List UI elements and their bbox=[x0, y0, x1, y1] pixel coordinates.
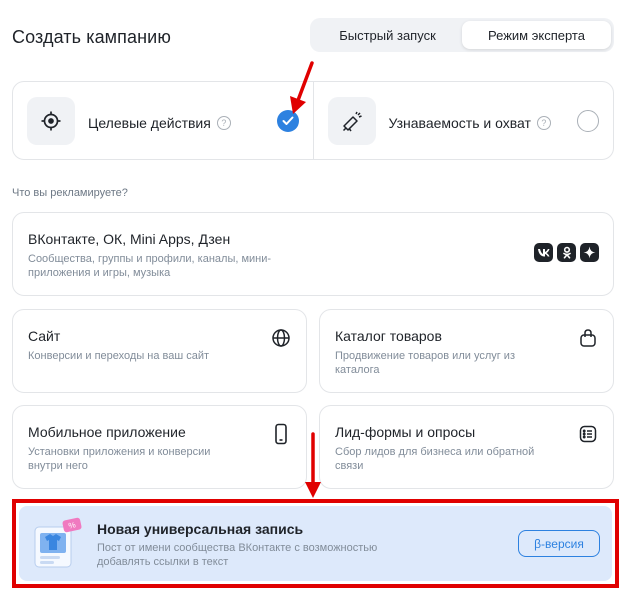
ad-object-lead-forms[interactable]: Лид-формы и опросы Сбор лидов для бизнес… bbox=[319, 405, 614, 489]
annotation-highlight-frame bbox=[12, 499, 619, 588]
goal-label: Узнаваемость и охват bbox=[388, 115, 531, 131]
page-title: Создать кампанию bbox=[12, 27, 171, 47]
card-title: Мобильное приложение bbox=[28, 424, 186, 440]
smartphone-icon bbox=[270, 423, 292, 445]
vk-icon bbox=[534, 243, 553, 262]
ad-object-site[interactable]: Сайт Конверсии и переходы на ваш сайт bbox=[12, 309, 307, 393]
tab-expert-mode[interactable]: Режим эксперта bbox=[462, 21, 611, 49]
goal-awareness-reach[interactable]: Узнаваемость и охват ? bbox=[312, 82, 614, 159]
mode-switch: Быстрый запуск Режим эксперта bbox=[310, 18, 614, 52]
card-title: Сайт bbox=[28, 328, 61, 344]
card-description: Продвижение товаров или услуг из каталог… bbox=[335, 350, 515, 376]
ad-object-vk[interactable]: ВКонтакте, ОК, Mini Apps, Дзен Сообществ… bbox=[12, 212, 614, 296]
card-title: Каталог товаров bbox=[335, 328, 442, 344]
ok-icon bbox=[557, 243, 576, 262]
goal-target-actions[interactable]: Целевые действия ? bbox=[13, 82, 313, 159]
help-icon[interactable]: ? bbox=[536, 116, 551, 130]
target-icon bbox=[27, 97, 75, 145]
card-title: ВКонтакте, ОК, Mini Apps, Дзен bbox=[28, 231, 231, 247]
list-form-icon bbox=[577, 423, 599, 445]
section-label: Что вы рекламируете? bbox=[12, 187, 128, 199]
card-description: Конверсии и переходы на ваш сайт bbox=[28, 350, 210, 362]
card-description: Установки приложения и конверсии внутри … bbox=[28, 446, 211, 472]
megaphone-icon bbox=[327, 97, 376, 145]
ad-object-catalog[interactable]: Каталог товаров Продвижение товаров или … bbox=[319, 309, 614, 393]
globe-icon bbox=[270, 327, 292, 349]
ad-object-mobile-app[interactable]: Мобильное приложение Установки приложени… bbox=[12, 405, 307, 489]
shopping-bag-icon bbox=[577, 327, 599, 349]
goal-label: Целевые действия bbox=[88, 115, 211, 131]
tab-quick-launch[interactable]: Быстрый запуск bbox=[313, 21, 462, 49]
card-title: Лид-формы и опросы bbox=[335, 424, 476, 440]
annotation-arrow-icon bbox=[305, 432, 321, 498]
card-description: Сообщества, группы и профили, каналы, ми… bbox=[28, 253, 272, 279]
goal-radio-unchecked[interactable] bbox=[577, 110, 599, 132]
annotation-arrow-icon bbox=[290, 61, 314, 114]
card-description: Сбор лидов для бизнеса или обратной связ… bbox=[335, 446, 535, 472]
dzen-icon bbox=[580, 243, 599, 262]
help-icon[interactable]: ? bbox=[216, 116, 231, 130]
